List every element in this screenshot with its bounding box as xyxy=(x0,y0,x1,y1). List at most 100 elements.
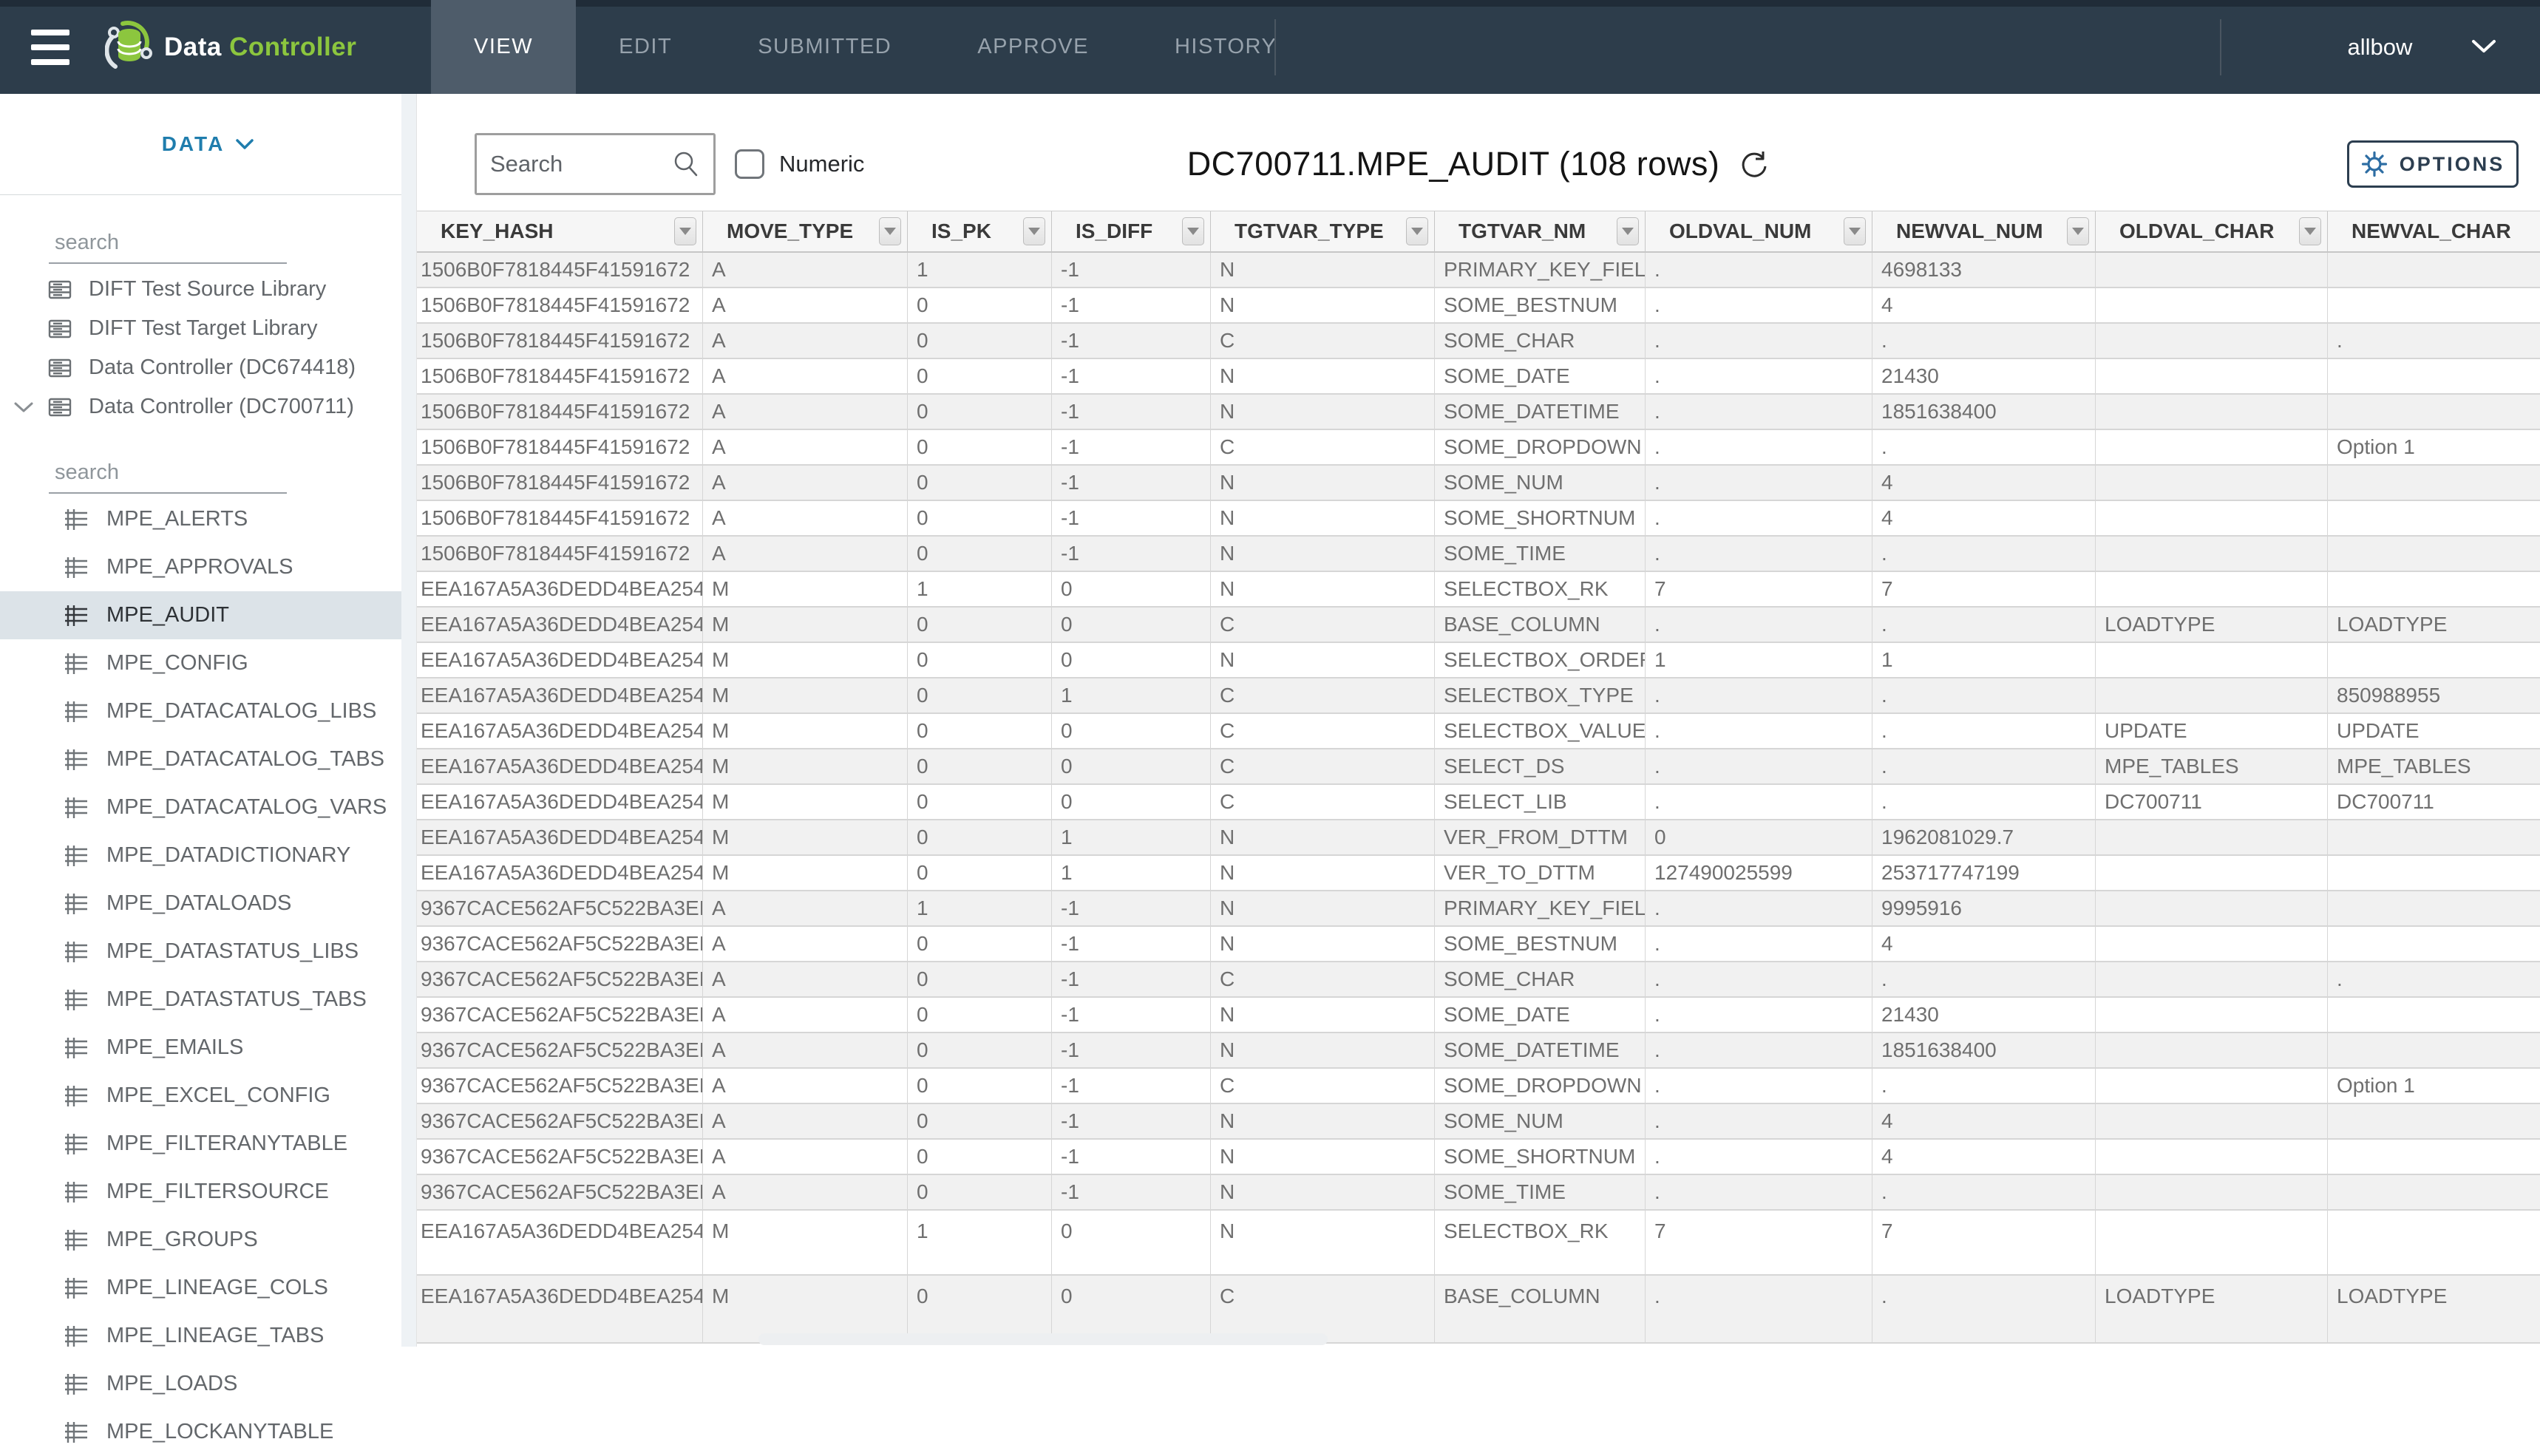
grid-cell[interactable]: SELECT_DS xyxy=(1435,749,1646,783)
sidebar-table-item-mpe_datacatalog_vars[interactable]: MPE_DATACATALOG_VARS xyxy=(0,783,401,831)
grid-cell[interactable]: DC700711 xyxy=(2096,785,2328,819)
grid-cell[interactable] xyxy=(2328,1140,2540,1174)
grid-cell[interactable]: 850988955 xyxy=(2328,678,2540,712)
sidebar-table-item-mpe_lineage_cols[interactable]: MPE_LINEAGE_COLS xyxy=(0,1264,401,1312)
library-item[interactable]: DIFT Test Target Library xyxy=(0,309,416,348)
grid-cell[interactable]: C xyxy=(1211,1069,1435,1103)
grid-cell[interactable]: EEA167A5A36DEDD4BEA2543 xyxy=(417,856,703,890)
grid-row[interactable]: 9367CACE562AF5C522BA3EEA0-1CSOME_DROPDOW… xyxy=(417,1069,2540,1104)
grid-cell[interactable]: 0 xyxy=(908,324,1052,358)
grid-cell[interactable]: -1 xyxy=(1052,998,1211,1032)
sidebar-table-item-mpe_datacatalog_tabs[interactable]: MPE_DATACATALOG_TABS xyxy=(0,735,401,783)
options-button[interactable]: OPTIONS xyxy=(2347,140,2519,188)
grid-row[interactable]: 9367CACE562AF5C522BA3EEA0-1CSOME_CHAR... xyxy=(417,962,2540,998)
grid-cell[interactable]: 7 xyxy=(1872,1211,2096,1274)
grid-cell[interactable]: . xyxy=(1646,714,1872,748)
grid-cell[interactable]: . xyxy=(1872,1276,2096,1342)
grid-cell[interactable]: PRIMARY_KEY_FIELD xyxy=(1435,253,1646,287)
grid-cell[interactable]: SOME_SHORTNUM xyxy=(1435,501,1646,535)
grid-cell[interactable]: SOME_BESTNUM xyxy=(1435,927,1646,961)
column-header-is_pk[interactable]: IS_PK xyxy=(908,211,1052,251)
grid-cell[interactable]: N xyxy=(1211,253,1435,287)
grid-cell[interactable]: -1 xyxy=(1052,324,1211,358)
grid-cell[interactable]: LOADTYPE xyxy=(2096,608,2328,642)
column-header-newval_num[interactable]: NEWVAL_NUM xyxy=(1872,211,2096,251)
grid-cell[interactable]: 4 xyxy=(1872,288,2096,322)
grid-cell[interactable]: A xyxy=(703,288,908,322)
grid-cell[interactable]: A xyxy=(703,962,908,996)
grid-cell[interactable]: 0 xyxy=(908,856,1052,890)
sidebar-table-item-mpe_excel_config[interactable]: MPE_EXCEL_CONFIG xyxy=(0,1072,401,1120)
grid-row[interactable]: EEA167A5A36DEDD4BEA2543M00CBASE_COLUMN..… xyxy=(417,608,2540,643)
grid-cell[interactable]: 0 xyxy=(908,998,1052,1032)
grid-cell[interactable]: 1506B0F7818445F41591672 xyxy=(417,395,703,429)
sidebar-table-item-mpe_emails[interactable]: MPE_EMAILS xyxy=(0,1024,401,1072)
grid-cell[interactable]: N xyxy=(1211,891,1435,925)
grid-row[interactable]: EEA167A5A36DEDD4BEA2543M10NSELECTBOX_RK7… xyxy=(417,1211,2540,1276)
grid-cell[interactable]: SELECTBOX_RK xyxy=(1435,1211,1646,1274)
grid-cell[interactable]: 1 xyxy=(908,891,1052,925)
grid-cell[interactable]: 0 xyxy=(1646,820,1872,854)
grid-cell[interactable]: 0 xyxy=(1052,714,1211,748)
grid-cell[interactable]: 0 xyxy=(908,288,1052,322)
grid-cell[interactable] xyxy=(2096,1069,2328,1103)
grid-cell[interactable]: Option 1 xyxy=(2328,430,2540,464)
grid-cell[interactable]: . xyxy=(1646,1033,1872,1067)
grid-cell[interactable]: . xyxy=(1872,608,2096,642)
grid-cell[interactable]: A xyxy=(703,253,908,287)
grid-cell[interactable]: C xyxy=(1211,1276,1435,1342)
grid-cell[interactable]: . xyxy=(1646,1069,1872,1103)
grid-row[interactable]: EEA167A5A36DEDD4BEA2543M00CBASE_COLUMN..… xyxy=(417,1276,2540,1344)
grid-cell[interactable] xyxy=(2328,253,2540,287)
grid-cell[interactable] xyxy=(2328,927,2540,961)
grid-cell[interactable]: SOME_DATETIME xyxy=(1435,1033,1646,1067)
grid-cell[interactable]: N xyxy=(1211,927,1435,961)
grid-cell[interactable] xyxy=(2096,1140,2328,1174)
grid-cell[interactable] xyxy=(2096,962,2328,996)
grid-cell[interactable]: M xyxy=(703,856,908,890)
grid-cell[interactable]: C xyxy=(1211,430,1435,464)
grid-cell[interactable]: 1506B0F7818445F41591672 xyxy=(417,430,703,464)
grid-cell[interactable]: -1 xyxy=(1052,1175,1211,1209)
grid-cell[interactable]: MPE_TABLES xyxy=(2096,749,2328,783)
grid-cell[interactable]: . xyxy=(1872,678,2096,712)
grid-cell[interactable]: N xyxy=(1211,998,1435,1032)
grid-cell[interactable]: -1 xyxy=(1052,1033,1211,1067)
grid-cell[interactable] xyxy=(2328,466,2540,500)
grid-cell[interactable]: . xyxy=(1646,608,1872,642)
grid-cell[interactable] xyxy=(2328,820,2540,854)
column-header-tgtvar_type[interactable]: TGTVAR_TYPE xyxy=(1211,211,1435,251)
grid-cell[interactable]: . xyxy=(1646,998,1872,1032)
grid-cell[interactable]: 0 xyxy=(908,785,1052,819)
grid-cell[interactable]: A xyxy=(703,466,908,500)
grid-row[interactable]: EEA167A5A36DEDD4BEA2543M00CSELECTBOX_VAL… xyxy=(417,714,2540,749)
grid-cell[interactable]: . xyxy=(1872,785,2096,819)
grid-cell[interactable]: M xyxy=(703,785,908,819)
grid-cell[interactable]: -1 xyxy=(1052,962,1211,996)
grid-cell[interactable]: SOME_NUM xyxy=(1435,466,1646,500)
grid-cell[interactable]: SOME_NUM xyxy=(1435,1104,1646,1138)
grid-cell[interactable]: SOME_TIME xyxy=(1435,1175,1646,1209)
column-header-tgtvar_nm[interactable]: TGTVAR_NM xyxy=(1435,211,1646,251)
grid-cell[interactable]: C xyxy=(1211,962,1435,996)
grid-cell[interactable]: 4 xyxy=(1872,1140,2096,1174)
grid-cell[interactable]: A xyxy=(703,501,908,535)
grid-cell[interactable] xyxy=(2096,678,2328,712)
sidebar-scrollbar[interactable] xyxy=(401,94,416,1347)
hamburger-menu-button[interactable] xyxy=(31,0,74,94)
sidebar-table-item-mpe_datadictionary[interactable]: MPE_DATADICTIONARY xyxy=(0,831,401,880)
grid-cell[interactable]: . xyxy=(1872,430,2096,464)
filter-icon[interactable] xyxy=(1023,217,1045,245)
sidebar-table-item-mpe_lockanytable[interactable]: MPE_LOCKANYTABLE xyxy=(0,1408,401,1456)
sidebar-table-item-mpe_datacatalog_libs[interactable]: MPE_DATACATALOG_LIBS xyxy=(0,687,401,735)
grid-cell[interactable]: 4 xyxy=(1872,1104,2096,1138)
grid-cell[interactable]: M xyxy=(703,1211,908,1274)
grid-cell[interactable] xyxy=(2096,998,2328,1032)
grid-cell[interactable]: EEA167A5A36DEDD4BEA2543 xyxy=(417,608,703,642)
grid-cell[interactable]: N xyxy=(1211,395,1435,429)
grid-cell[interactable]: -1 xyxy=(1052,466,1211,500)
grid-cell[interactable]: 1506B0F7818445F41591672 xyxy=(417,501,703,535)
grid-cell[interactable]: BASE_COLUMN xyxy=(1435,608,1646,642)
grid-cell[interactable] xyxy=(2096,1033,2328,1067)
grid-row[interactable]: 1506B0F7818445F41591672A0-1CSOME_DROPDOW… xyxy=(417,430,2540,466)
